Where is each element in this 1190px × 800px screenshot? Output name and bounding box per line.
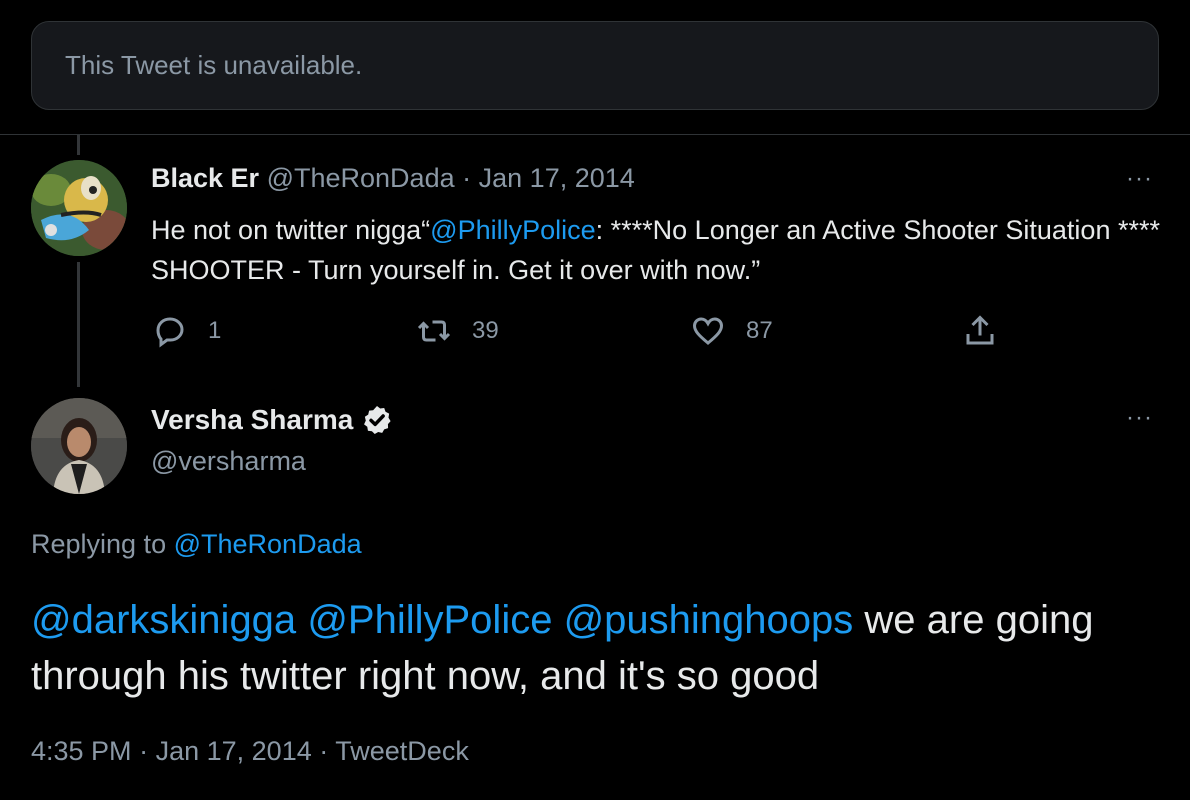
reply-icon (156, 317, 184, 348)
tweet-meta: 4:35 PM · Jan 17, 2014 · TweetDeck (31, 736, 469, 767)
mention-link[interactable]: @PhillyPolice (307, 598, 552, 642)
replying-prefix: Replying to (31, 529, 167, 559)
thread-line (77, 135, 80, 155)
tweet-text: @darkskinigga @PhillyPolice @pushinghoop… (31, 592, 1161, 704)
author-name[interactable]: Black Er (151, 163, 259, 193)
more-label: ··· (1126, 404, 1153, 431)
heart-icon (692, 317, 724, 345)
separator-dot: · (139, 736, 149, 766)
author-handle[interactable]: @versharma (151, 446, 306, 477)
mention-link[interactable]: @pushinghoops (564, 598, 854, 642)
replying-to-link[interactable]: @TheRonDada (174, 529, 362, 559)
share-button[interactable] (962, 313, 998, 349)
tweet-date[interactable]: Jan 17, 2014 (479, 163, 635, 193)
unavailable-text: This Tweet is unavailable. (65, 50, 363, 80)
thread-line (77, 262, 80, 387)
author-handle[interactable]: @TheRonDada (267, 163, 455, 193)
tweet-date[interactable]: Jan 17, 2014 (156, 736, 312, 766)
tweet-text-part: He not on twitter nigga“ (151, 215, 431, 245)
mention-link[interactable]: @darkskinigga (31, 598, 296, 642)
share-icon (966, 315, 994, 345)
tweet-source[interactable]: TweetDeck (335, 736, 469, 766)
more-icon[interactable]: ··· (1126, 404, 1153, 432)
retweet-button[interactable]: 39 (416, 313, 499, 349)
avatar[interactable] (31, 160, 127, 256)
retweet-count: 39 (472, 317, 499, 344)
tweet-text: He not on twitter nigga“@PhillyPolice: *… (151, 210, 1161, 290)
retweet-icon (417, 320, 451, 342)
like-button[interactable]: 87 (690, 313, 773, 349)
separator-dot: · (462, 163, 472, 193)
mention-link[interactable]: @PhillyPolice (430, 215, 595, 245)
more-icon[interactable]: ··· (1126, 165, 1153, 193)
author-name-row: Versha Sharma (151, 404, 393, 436)
like-count: 87 (746, 317, 773, 344)
unavailable-tweet-notice: This Tweet is unavailable. (31, 21, 1159, 110)
reply-button[interactable]: 1 (152, 313, 221, 349)
author-name[interactable]: Versha Sharma (151, 404, 353, 436)
divider (0, 134, 1190, 135)
more-label: ··· (1126, 165, 1153, 192)
replying-to: Replying to @TheRonDada (31, 529, 362, 560)
avatar[interactable] (31, 398, 127, 494)
verified-badge-icon (364, 406, 391, 434)
tweet-header: Black Er @TheRonDada · Jan 17, 2014 (151, 163, 635, 194)
reply-count: 1 (208, 317, 222, 344)
separator-dot: · (319, 736, 329, 766)
tweet-time[interactable]: 4:35 PM (31, 736, 132, 766)
